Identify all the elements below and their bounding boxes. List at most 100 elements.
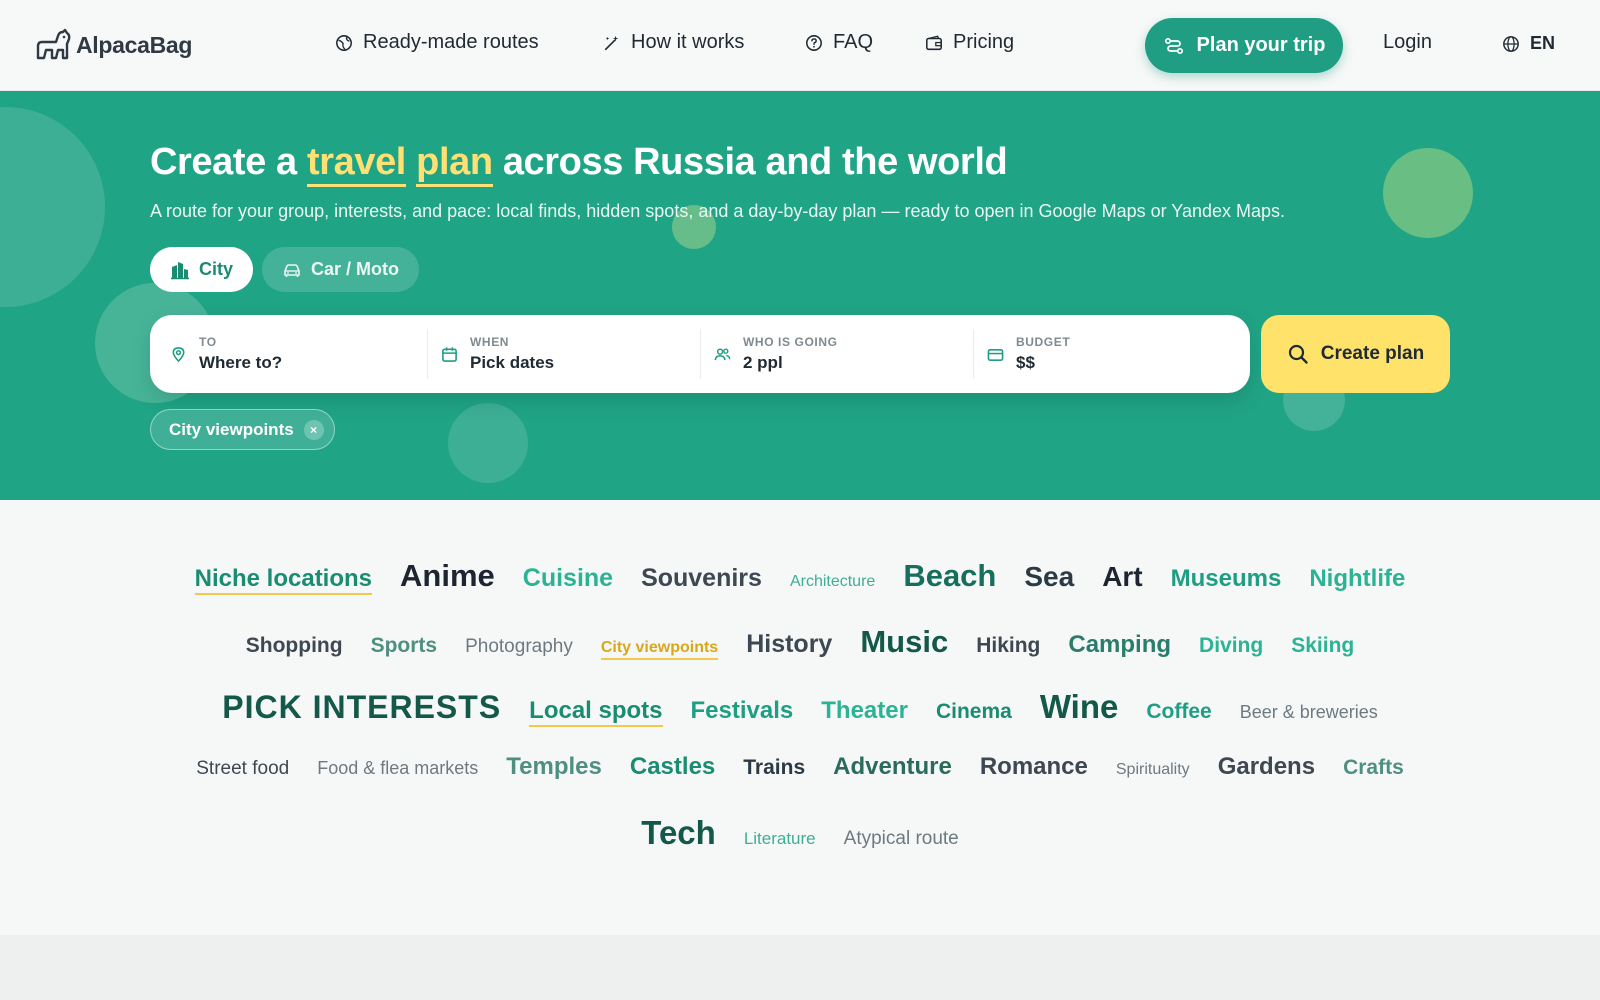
tag-beer-breweries[interactable]: Beer & breweries: [1240, 703, 1378, 721]
magic-wand-icon: [604, 35, 619, 50]
nav-label: Pricing: [953, 31, 1015, 53]
trip-search-bar: TO Where to? WHEN Pick dates WHO IS GOIN…: [150, 315, 1250, 393]
tag-row: PICK INTERESTS Local spots Festivals The…: [0, 690, 1600, 727]
car-icon: [284, 263, 300, 277]
tag-tech[interactable]: Tech: [641, 816, 716, 849]
tag-row: Niche locations Anime Cuisine Souvenirs …: [0, 560, 1600, 595]
to-field[interactable]: TO Where to?: [170, 315, 410, 393]
tag-souvenirs[interactable]: Souvenirs: [641, 566, 762, 591]
tag-shopping[interactable]: Shopping: [246, 635, 343, 656]
interests-tag-cloud: Niche locations Anime Cuisine Souvenirs …: [0, 500, 1600, 935]
tag-temples[interactable]: Temples: [506, 755, 602, 779]
tag-skiing[interactable]: Skiing: [1291, 635, 1354, 656]
nav-ready-made-routes[interactable]: Ready-made routes: [335, 31, 539, 54]
tag-food-flea-markets[interactable]: Food & flea markets: [317, 759, 478, 777]
title-suffix: across Russia and the world: [502, 141, 1008, 183]
title-prefix: Create a: [150, 141, 297, 183]
tag-gardens[interactable]: Gardens: [1218, 755, 1315, 779]
plan-your-trip-button[interactable]: Plan your trip: [1145, 18, 1343, 73]
decor-bubble: [0, 107, 105, 307]
tag-anime[interactable]: Anime: [400, 560, 495, 591]
globe-language-icon: [1503, 35, 1519, 52]
budget-value: $$: [1016, 353, 1035, 372]
tag-nightlife[interactable]: Nightlife: [1309, 567, 1405, 591]
tag-history[interactable]: History: [746, 632, 832, 657]
tag-music[interactable]: Music: [860, 626, 948, 657]
lang-label: EN: [1530, 33, 1556, 53]
chip-close-icon[interactable]: ×: [303, 419, 324, 440]
decor-bubble: [448, 403, 528, 483]
hero-section: Create a travel plan across Russia and t…: [0, 91, 1600, 500]
tag-camping[interactable]: Camping: [1068, 633, 1171, 657]
tag-trains[interactable]: Trains: [743, 757, 805, 778]
tag-beach[interactable]: Beach: [903, 560, 996, 591]
tag-row: Shopping Sports Photography City viewpoi…: [0, 626, 1600, 660]
tag-sea[interactable]: Sea: [1024, 563, 1074, 591]
nav-faq[interactable]: FAQ: [805, 31, 873, 54]
globe-icon: [336, 34, 352, 51]
tag-city-viewpoints[interactable]: City viewpoints: [600, 640, 719, 660]
tag-architecture[interactable]: Architecture: [790, 574, 875, 590]
field-divider: [973, 329, 974, 379]
nav-label: FAQ: [833, 31, 874, 53]
create-plan-label: Create plan: [1320, 343, 1425, 364]
mode-city-button[interactable]: City: [150, 247, 254, 292]
tag-cinema[interactable]: Cinema: [936, 701, 1012, 722]
create-plan-button[interactable]: Create plan: [1261, 315, 1450, 393]
logo[interactable]: AlpacaBag: [34, 28, 192, 62]
tag-castles[interactable]: Castles: [630, 755, 715, 779]
map-pin-icon: [172, 346, 185, 362]
wallet-icon: [926, 34, 942, 50]
nav-how-it-works[interactable]: How it works: [603, 31, 744, 54]
mode-label: Car / Moto: [311, 259, 399, 279]
login-link[interactable]: Login: [1383, 31, 1432, 54]
tag-wine[interactable]: Wine: [1040, 690, 1119, 723]
tag-literature[interactable]: Literature: [744, 830, 816, 847]
chip-label: City viewpoints: [169, 419, 294, 439]
tag-spirituality[interactable]: Spirituality: [1116, 762, 1190, 778]
tag-hiking[interactable]: Hiking: [976, 635, 1040, 656]
tag-street-food[interactable]: Street food: [196, 759, 289, 778]
nav-label: Ready-made routes: [363, 31, 539, 53]
tag-photography[interactable]: Photography: [465, 637, 573, 656]
logo-text: AlpacaBag: [76, 31, 193, 58]
mode-car-moto-button[interactable]: Car / Moto: [262, 247, 419, 292]
when-field[interactable]: WHEN Pick dates: [441, 315, 691, 393]
tag-local-spots[interactable]: Local spots: [529, 699, 663, 727]
budget-field[interactable]: BUDGET $$: [987, 315, 1227, 393]
tag-crafts[interactable]: Crafts: [1343, 757, 1404, 778]
to-value: Where to?: [199, 353, 283, 372]
title-highlight-plan: plan: [416, 141, 493, 187]
footer-band: [0, 935, 1600, 1000]
tag-atypical-route[interactable]: Atypical route: [844, 829, 959, 848]
search-icon: [1288, 344, 1308, 364]
tag-coffee[interactable]: Coffee: [1146, 701, 1211, 722]
when-value: Pick dates: [470, 353, 555, 372]
tag-art[interactable]: Art: [1102, 563, 1142, 591]
route-icon: [1164, 37, 1183, 54]
pick-interests-heading: PICK INTERESTS: [222, 689, 502, 725]
tag-festivals[interactable]: Festivals: [691, 699, 794, 723]
who-is-going-field[interactable]: WHO IS GOING 2 ppl: [714, 315, 964, 393]
decor-bubble: [1383, 148, 1473, 238]
alpaca-logo-icon: [36, 28, 71, 60]
tag-sports[interactable]: Sports: [371, 635, 438, 656]
language-switcher[interactable]: EN: [1502, 33, 1555, 54]
tag-theater[interactable]: Theater: [821, 699, 908, 723]
tag-row: Tech Literature Atypical route: [0, 816, 1600, 849]
tag-cuisine[interactable]: Cuisine: [523, 566, 613, 591]
cta-label: Plan your trip: [1196, 34, 1326, 56]
tag-niche-locations[interactable]: Niche locations: [194, 567, 373, 595]
hero-subtitle: A route for your group, interests, and p…: [150, 201, 1286, 221]
tag-museums[interactable]: Museums: [1171, 567, 1282, 591]
credit-card-icon: [987, 348, 1004, 361]
tag-row: Street food Food & flea markets Temples …: [0, 755, 1600, 779]
tag-diving[interactable]: Diving: [1199, 635, 1263, 656]
tag-romance[interactable]: Romance: [980, 755, 1088, 779]
nav-pricing[interactable]: Pricing: [925, 31, 1014, 54]
who-value: 2 ppl: [743, 353, 783, 372]
city-buildings-icon: [171, 261, 189, 279]
tag-adventure[interactable]: Adventure: [833, 755, 952, 779]
calendar-icon: [442, 346, 457, 362]
selected-interest-chip: City viewpoints ×: [150, 409, 335, 450]
